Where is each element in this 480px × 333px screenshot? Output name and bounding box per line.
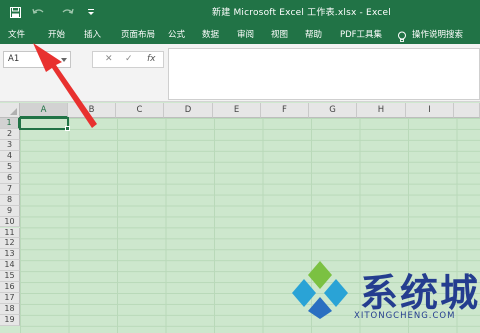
watermark-domain: XITONGCHENG.COM (354, 311, 456, 321)
column-header-g[interactable]: G (309, 103, 357, 118)
row-header-13[interactable]: 13 (0, 249, 20, 261)
column-header-partial[interactable] (454, 103, 480, 118)
row-header-11[interactable]: 11 (0, 227, 20, 239)
save-icon[interactable] (8, 4, 22, 20)
tell-me-search[interactable]: 操作说明搜索 (412, 28, 463, 40)
name-box[interactable]: A1 (3, 51, 71, 68)
xitongcheng-logo-icon (292, 261, 348, 319)
column-header-i[interactable]: I (406, 103, 454, 118)
column-header-h[interactable]: H (357, 103, 406, 118)
column-header-c[interactable]: C (116, 103, 164, 118)
formula-input[interactable] (168, 48, 480, 100)
row-header-1[interactable]: 1 (0, 118, 20, 129)
tab-view[interactable]: 视图 (271, 28, 288, 40)
row-header-14[interactable]: 14 (0, 260, 20, 272)
row-header-15[interactable]: 15 (0, 271, 20, 283)
tab-help[interactable]: 帮助 (305, 28, 322, 40)
column-header-d[interactable]: D (164, 103, 213, 118)
select-all-corner[interactable] (0, 103, 20, 118)
column-header-f[interactable]: F (261, 103, 309, 118)
row-header-9[interactable]: 9 (0, 205, 20, 217)
formula-buttons: ✕ ✓ fx (92, 51, 164, 68)
row-header-5[interactable]: 5 (0, 161, 20, 173)
row-header-19[interactable]: 19 (0, 315, 20, 327)
name-box-value: A1 (8, 54, 20, 64)
row-header-2[interactable]: 2 (0, 128, 20, 140)
tab-page-layout[interactable]: 页面布局 (121, 28, 155, 40)
undo-icon[interactable] (30, 4, 48, 20)
select-all-icon (10, 108, 17, 115)
tab-insert[interactable]: 插入 (84, 28, 101, 40)
row-header-7[interactable]: 7 (0, 183, 20, 195)
row-header-17[interactable]: 17 (0, 293, 20, 305)
active-cell-outline[interactable] (19, 117, 70, 131)
enter-icon[interactable]: ✓ (125, 54, 133, 64)
chevron-down-icon[interactable] (61, 58, 67, 62)
row-header-6[interactable]: 6 (0, 172, 20, 184)
ribbon-tabs: 文件 开始 插入 页面布局 公式 数据 审阅 视图 帮助 PDF工具集 操作说明… (0, 24, 480, 44)
tab-pdf-tools[interactable]: PDF工具集 (340, 28, 382, 40)
row-header-8[interactable]: 8 (0, 194, 20, 206)
row-header-16[interactable]: 16 (0, 282, 20, 294)
row-header-10[interactable]: 10 (0, 216, 20, 228)
tab-home[interactable]: 开始 (48, 28, 65, 40)
tab-file[interactable]: 文件 (8, 28, 25, 40)
row-header-18[interactable]: 18 (0, 304, 20, 316)
insert-function-icon[interactable]: fx (147, 54, 156, 64)
title-bar: 新建 Microsoft Excel 工作表.xlsx - Excel (0, 0, 480, 24)
fill-handle[interactable] (65, 126, 70, 131)
cancel-icon[interactable]: ✕ (105, 54, 113, 64)
window-title: 新建 Microsoft Excel 工作表.xlsx - Excel (212, 8, 391, 18)
tab-formulas[interactable]: 公式 (168, 28, 185, 40)
watermark-brand: 系统城 (360, 271, 480, 315)
row-header-12[interactable]: 12 (0, 238, 20, 250)
row-header-4[interactable]: 4 (0, 150, 20, 162)
redo-icon[interactable] (58, 4, 76, 20)
tab-review[interactable]: 审阅 (237, 28, 254, 40)
row-header-3[interactable]: 3 (0, 139, 20, 151)
column-header-a[interactable]: A (20, 103, 68, 118)
lightbulb-icon (397, 28, 407, 42)
column-header-b[interactable]: B (68, 103, 116, 118)
column-header-e[interactable]: E (213, 103, 261, 118)
customize-quick-access-icon[interactable] (86, 4, 96, 20)
tab-data[interactable]: 数据 (202, 28, 219, 40)
